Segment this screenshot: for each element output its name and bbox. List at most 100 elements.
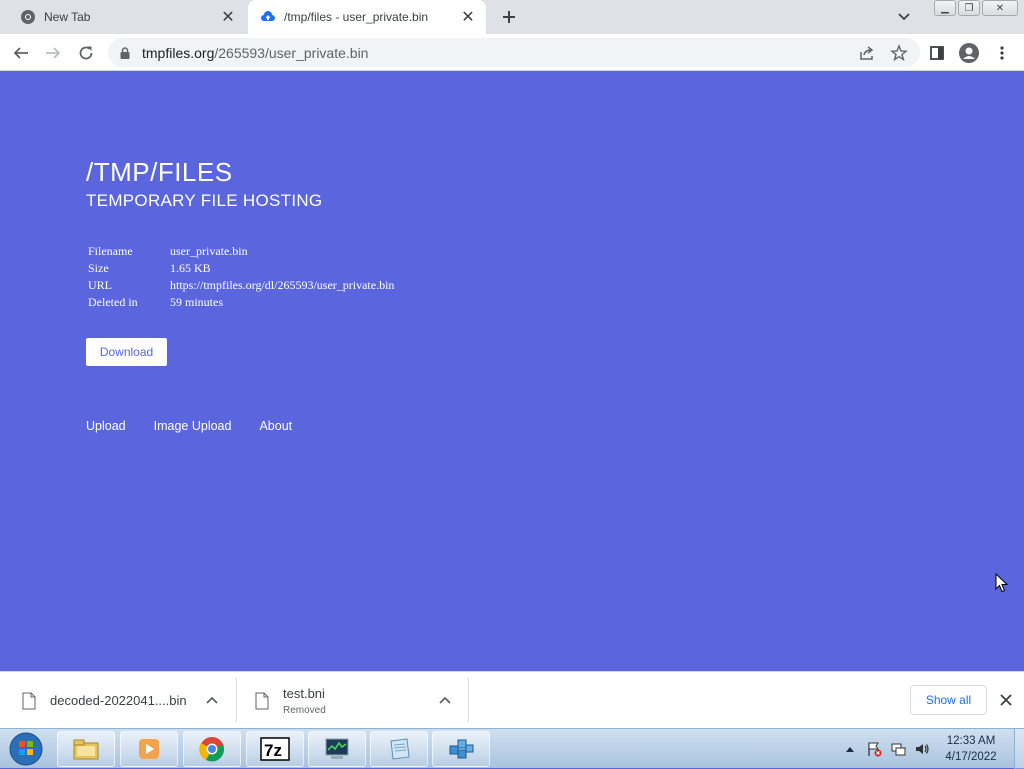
action-center-flag-icon[interactable] bbox=[866, 741, 882, 757]
tab-tmpfiles[interactable]: /tmp/files - user_private.bin ✕ bbox=[248, 0, 486, 34]
file-info-table: Filename user_private.bin Size 1.65 KB U… bbox=[86, 243, 396, 311]
minimize-button[interactable]: ▁ bbox=[934, 0, 956, 16]
windows-explorer-icon bbox=[73, 739, 99, 760]
table-row: URL https://tmpfiles.org/dl/265593/user_… bbox=[86, 277, 396, 294]
file-icon bbox=[22, 692, 36, 709]
kebab-menu-icon bbox=[1000, 46, 1004, 60]
url-text: tmpfiles.org/265593/user_private.bin bbox=[142, 45, 368, 61]
show-hidden-icons-icon[interactable] bbox=[842, 741, 858, 757]
taskbar-task-manager[interactable] bbox=[308, 731, 366, 767]
7zip-icon: 7z bbox=[260, 737, 290, 761]
show-desktop-button[interactable] bbox=[1014, 729, 1024, 769]
restore-button[interactable]: ❐ bbox=[958, 0, 980, 16]
media-player-icon bbox=[139, 739, 159, 759]
cloud-upload-icon bbox=[260, 9, 276, 25]
forward-arrow-icon bbox=[46, 47, 61, 59]
share-icon[interactable] bbox=[858, 44, 876, 62]
info-value-url[interactable]: https://tmpfiles.org/dl/265593/user_priv… bbox=[168, 277, 396, 294]
forward-button[interactable] bbox=[41, 41, 65, 65]
windows-taskbar: 7z 12:33 AM 4/17/2022 bbox=[0, 728, 1024, 769]
bookmark-star-icon[interactable] bbox=[890, 44, 908, 62]
system-tray: 12:33 AM 4/17/2022 bbox=[842, 729, 1024, 769]
new-tab-button[interactable] bbox=[498, 6, 520, 28]
tab-title: New Tab bbox=[44, 10, 91, 24]
clock-time: 12:33 AM bbox=[946, 735, 996, 747]
minimize-icon: ▁ bbox=[941, 2, 949, 14]
tab-search-button[interactable] bbox=[895, 8, 913, 26]
table-row: Filename user_private.bin bbox=[86, 243, 396, 260]
menu-button[interactable] bbox=[990, 41, 1014, 65]
lock-icon[interactable] bbox=[118, 46, 132, 60]
window-close-button[interactable]: ✕ bbox=[982, 0, 1018, 16]
close-shelf-button[interactable] bbox=[997, 691, 1015, 709]
browser-toolbar: tmpfiles.org/265593/user_private.bin bbox=[0, 34, 1024, 71]
profile-button[interactable] bbox=[957, 41, 981, 65]
close-icon[interactable]: ✕ bbox=[218, 7, 238, 27]
back-button[interactable] bbox=[9, 41, 33, 65]
reload-button[interactable] bbox=[74, 41, 98, 65]
page-content: /TMP/FILES TEMPORARY FILE HOSTING Filena… bbox=[0, 71, 1024, 671]
nav-link-upload[interactable]: Upload bbox=[86, 419, 126, 433]
close-icon: ✕ bbox=[995, 2, 1005, 14]
tab-title: /tmp/files - user_private.bin bbox=[284, 10, 429, 24]
registry-editor-icon bbox=[449, 739, 474, 759]
back-arrow-icon bbox=[13, 47, 28, 59]
chrome-icon bbox=[199, 737, 224, 762]
taskbar-notepad[interactable] bbox=[370, 731, 428, 767]
notepad-icon bbox=[390, 738, 410, 760]
info-key: Size bbox=[88, 261, 109, 275]
chevron-up-icon[interactable] bbox=[204, 692, 220, 708]
url-path: /265593/user_private.bin bbox=[214, 44, 369, 61]
download-button[interactable]: Download bbox=[86, 338, 167, 366]
side-panel-button[interactable] bbox=[925, 41, 949, 65]
side-panel-icon bbox=[930, 46, 944, 60]
table-row: Deleted in 59 minutes bbox=[86, 294, 396, 311]
taskbar-chrome[interactable] bbox=[183, 731, 241, 767]
svg-text:7z: 7z bbox=[264, 741, 282, 760]
taskbar-media-player[interactable] bbox=[120, 731, 178, 767]
profile-avatar-icon bbox=[959, 43, 979, 63]
mouse-cursor-icon bbox=[995, 573, 1009, 593]
tab-new-tab[interactable]: New Tab ✕ bbox=[8, 0, 246, 34]
divider bbox=[236, 678, 237, 722]
taskbar-registry-editor[interactable] bbox=[432, 731, 490, 767]
show-all-button[interactable]: Show all bbox=[910, 685, 987, 715]
download-item[interactable]: decoded-2022041....bin bbox=[22, 680, 232, 721]
download-filename: test.bni bbox=[283, 685, 325, 701]
download-shelf: decoded-2022041....bin test.bni Removed … bbox=[0, 671, 1024, 728]
reload-icon bbox=[79, 46, 93, 60]
chevron-up-icon[interactable] bbox=[437, 692, 453, 708]
info-key: Deleted in bbox=[88, 295, 138, 309]
system-clock[interactable]: 12:33 AM 4/17/2022 bbox=[938, 733, 1004, 765]
tab-strip: New Tab ✕ /tmp/files - user_private.bin … bbox=[0, 0, 1024, 34]
chevron-down-icon bbox=[898, 13, 910, 21]
file-icon bbox=[255, 692, 269, 709]
window-controls: ▁ ❐ ✕ bbox=[934, 0, 1018, 16]
info-value: 59 minutes bbox=[170, 295, 223, 309]
start-button[interactable] bbox=[4, 730, 48, 768]
restore-icon: ❐ bbox=[964, 2, 974, 14]
download-status: Removed bbox=[283, 704, 326, 716]
taskbar-explorer[interactable] bbox=[57, 731, 115, 767]
info-value: 1.65 KB bbox=[170, 261, 211, 275]
url-host: tmpfiles.org bbox=[142, 44, 215, 61]
info-key: Filename bbox=[88, 244, 133, 258]
close-icon[interactable]: ✕ bbox=[458, 7, 478, 27]
download-item[interactable]: test.bni Removed bbox=[255, 680, 465, 721]
info-value: user_private.bin bbox=[170, 244, 248, 258]
footer-nav: Upload Image Upload About bbox=[86, 419, 320, 433]
volume-icon[interactable] bbox=[914, 741, 930, 757]
nav-link-about[interactable]: About bbox=[259, 419, 292, 433]
taskbar-7zip[interactable]: 7z bbox=[246, 731, 304, 767]
address-bar[interactable]: tmpfiles.org/265593/user_private.bin bbox=[108, 38, 920, 67]
chrome-icon bbox=[20, 9, 36, 25]
info-key: URL bbox=[88, 278, 112, 292]
close-icon bbox=[1000, 694, 1012, 706]
plus-icon bbox=[503, 11, 515, 23]
download-text: test.bni Removed bbox=[283, 686, 326, 716]
network-icon[interactable] bbox=[890, 741, 906, 757]
nav-link-image-upload[interactable]: Image Upload bbox=[154, 419, 232, 433]
windows-start-icon bbox=[9, 732, 43, 766]
download-filename: decoded-2022041....bin bbox=[50, 693, 187, 708]
divider bbox=[468, 678, 469, 722]
